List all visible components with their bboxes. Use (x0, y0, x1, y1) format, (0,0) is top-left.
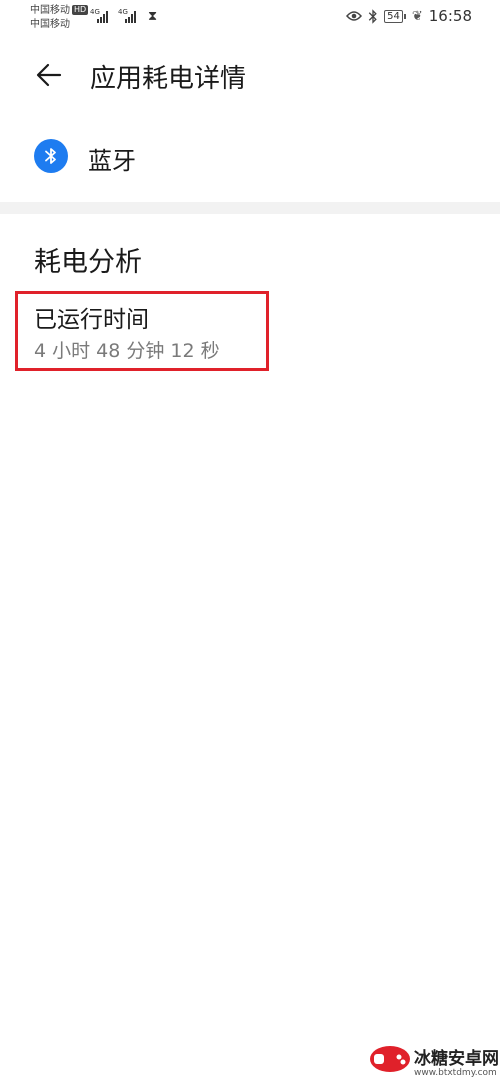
hourglass-icon: ⧗ (148, 9, 158, 24)
carrier-name-1: 中国移动 (30, 5, 70, 16)
watermark-name: 冰糖安卓网 (414, 1049, 499, 1069)
leaf-icon: ❦ (411, 8, 423, 24)
section-title: 耗电分析 (34, 247, 142, 278)
watermark-logo-icon (370, 1046, 410, 1072)
bluetooth-icon (34, 139, 68, 173)
carrier-2: 中国移动 (30, 19, 70, 30)
page-title: 应用耗电详情 (90, 64, 247, 94)
runtime-value: 4 小时 48 分钟 12 秒 (34, 340, 220, 362)
hd-badge: HD (72, 5, 89, 15)
back-arrow-icon[interactable] (34, 60, 64, 90)
app-name: 蓝牙 (88, 147, 136, 175)
status-bar: 中国移动 HD 中国移动 4G 4G ⧗ 54 ❦ 16:58 (0, 0, 500, 34)
status-time: 16:58 (428, 7, 472, 25)
app-info-row: 蓝牙 (0, 130, 500, 186)
carrier-1: 中国移动 HD (30, 4, 89, 17)
battery-icon: 54 (384, 9, 406, 23)
bluetooth-status-icon (368, 8, 377, 24)
watermark-url: www.btxtdmy.com (414, 1068, 497, 1078)
section-divider (0, 202, 500, 214)
watermark: 冰糖安卓网 www.btxtdmy.com (368, 1030, 500, 1084)
eye-icon (346, 11, 363, 21)
battery-level: 54 (384, 9, 403, 23)
status-right: 54 ❦ 16:58 (346, 7, 472, 25)
runtime-label: 已运行时间 (34, 307, 149, 333)
title-bar: 应用耗电详情 (0, 46, 500, 106)
signal-bars-1-icon (97, 11, 108, 23)
signal-bars-2-icon (125, 11, 136, 23)
